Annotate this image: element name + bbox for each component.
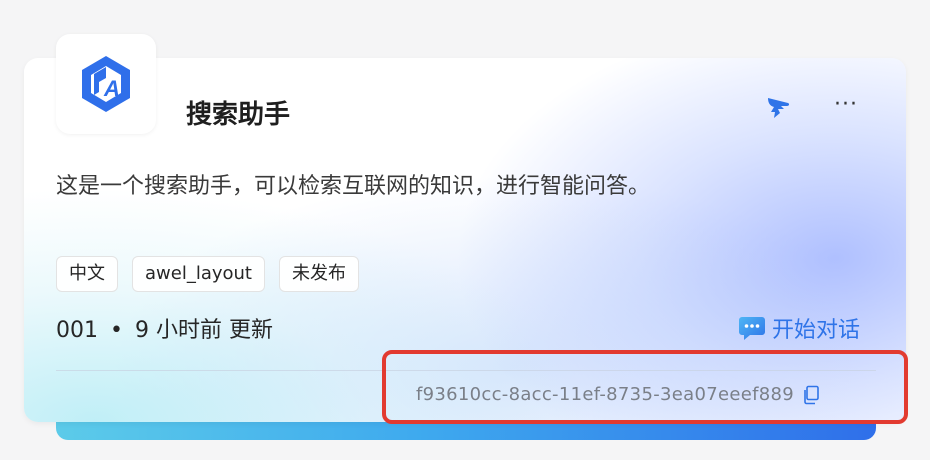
app-meta: 001 • 9 小时前 更新 (56, 312, 273, 344)
more-options-button[interactable]: ··· (834, 92, 858, 117)
tag-list: 中文 awel_layout 未发布 (56, 256, 359, 292)
copy-icon[interactable] (802, 385, 820, 405)
start-chat-label: 开始对话 (772, 318, 861, 343)
uuid-row: f93610cc-8acc-11ef-8735-3ea07eeef889 (416, 384, 820, 405)
chat-bubble-icon (739, 317, 765, 340)
tag-layout: awel_layout (132, 256, 265, 292)
updated-time: 9 小时前 更新 (134, 318, 273, 343)
app-id: 001 (56, 318, 98, 343)
app-description: 这是一个搜索助手，可以检索互联网的知识，进行智能问答。 (56, 174, 651, 199)
app-title: 搜索助手 (186, 100, 291, 130)
tag-status: 未发布 (279, 256, 359, 292)
app-logo: A (56, 34, 156, 134)
card-divider (56, 370, 876, 371)
meta-separator: • (110, 318, 123, 343)
stage: A 搜索助手 ··· 这是一个搜索助手，可以检索互联网的知识，进行智能问答。 中… (0, 0, 930, 460)
tag-language: 中文 (56, 256, 118, 292)
app-uuid: f93610cc-8acc-11ef-8735-3ea07eeef889 (416, 384, 794, 405)
app-logo-icon: A (82, 56, 130, 112)
start-chat-button[interactable]: 开始对话 (738, 312, 860, 344)
dingtalk-icon[interactable] (766, 95, 792, 119)
svg-text:A: A (103, 76, 120, 101)
